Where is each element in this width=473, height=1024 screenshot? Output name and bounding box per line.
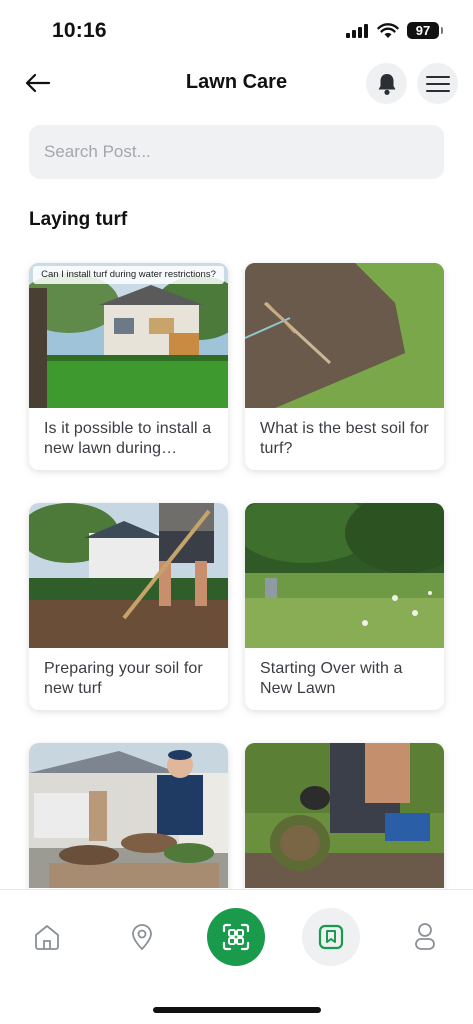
app-header: Lawn Care [0,60,473,106]
profile-icon [415,923,435,950]
notifications-button[interactable] [366,63,407,104]
status-bar: 10:16 97 [0,0,473,56]
post-image [29,743,228,888]
cellular-signal-icon [346,24,370,38]
status-time: 10:16 [52,19,107,42]
post-image: Can I install turf during water restrict… [29,263,228,408]
section-title: Laying turf [29,209,128,230]
post-image [245,263,444,408]
bookmark-icon [318,924,344,950]
nav-location[interactable] [113,908,171,966]
nav-scan[interactable] [207,908,265,966]
scan-icon [222,923,250,951]
wifi-icon [377,23,399,38]
nav-home[interactable] [18,908,76,966]
bell-icon [378,73,395,95]
post-title: Starting Over with a New Lawn [260,660,403,697]
home-indicator [153,1007,321,1013]
home-icon [35,925,59,950]
post-card[interactable]: Starting Over with a New Lawn [245,503,444,710]
image-caption: Can I install turf during water restrict… [33,266,224,284]
battery-level: 97 [415,23,431,38]
post-image [29,503,228,648]
nav-profile[interactable] [396,908,454,966]
search-input[interactable] [29,125,444,179]
post-image [245,503,444,648]
post-image [245,743,444,888]
bottom-navigation [0,889,473,1024]
post-title: What is the best soil for turf? [260,420,429,457]
post-card[interactable]: Preparing your soil for new turf [29,503,228,710]
post-card[interactable]: What is the best soil for turf? [245,263,444,470]
menu-button[interactable] [417,63,458,104]
post-title: Is it possible to install a new lawn dur… [44,420,212,457]
post-card[interactable]: Can I install turf during water restrict… [29,263,228,470]
location-pin-icon [132,924,152,951]
nav-saved[interactable] [302,908,360,966]
post-title: Preparing your soil for new turf [44,660,203,697]
hamburger-menu-icon [425,75,450,92]
battery-icon: 97 [407,22,443,39]
